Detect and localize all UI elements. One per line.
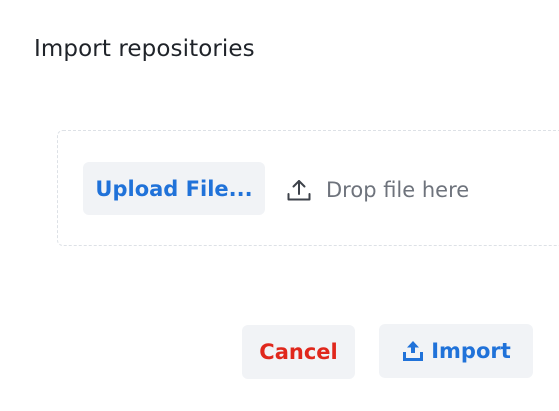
upload-file-button[interactable]: Upload File...	[83, 162, 265, 215]
dialog-title: Import repositories	[34, 36, 255, 62]
cancel-button[interactable]: Cancel	[242, 325, 355, 379]
drop-hint: Drop file here	[286, 172, 469, 208]
import-repositories-dialog: Import repositories Upload File... Drop …	[0, 0, 559, 411]
import-upload-icon	[401, 339, 425, 363]
upload-icon	[286, 177, 312, 203]
drop-hint-text: Drop file here	[326, 178, 470, 202]
import-button[interactable]: Import	[379, 324, 533, 378]
import-button-label: Import	[431, 339, 511, 363]
